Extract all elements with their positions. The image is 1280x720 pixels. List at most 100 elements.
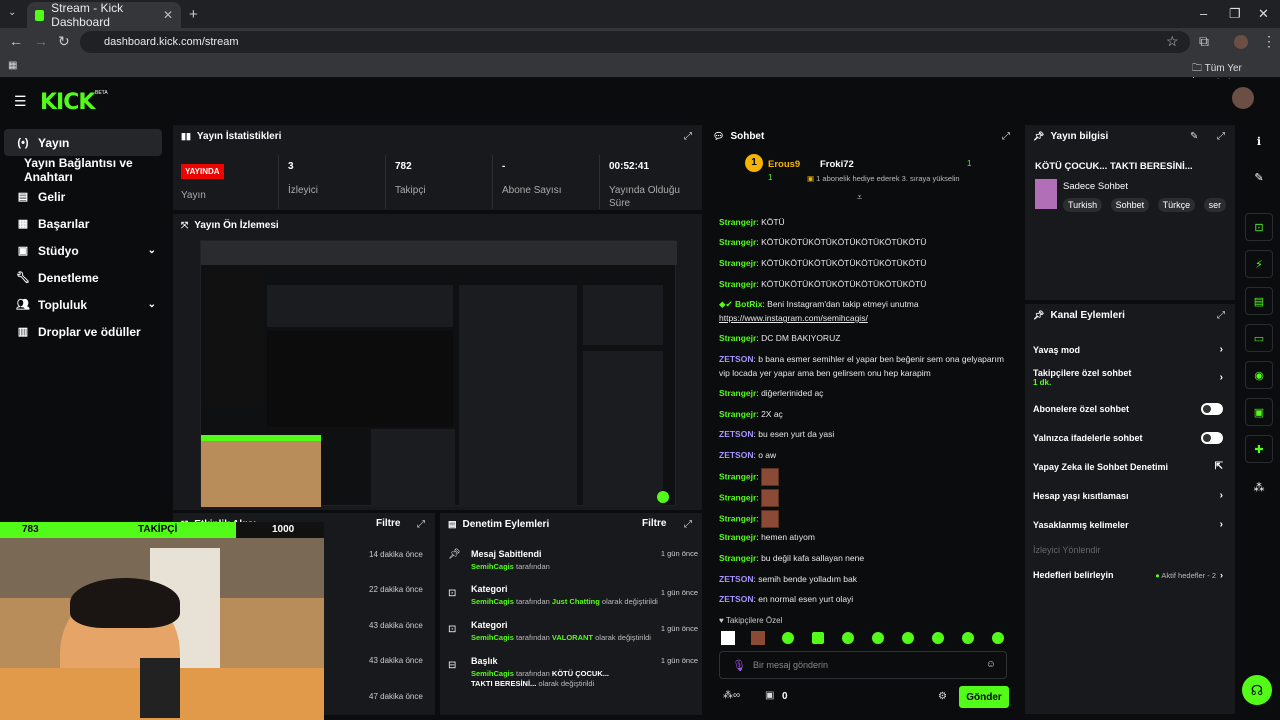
minimize-icon[interactable]: – xyxy=(1200,6,1207,21)
info-icon[interactable]: ℹ xyxy=(1245,127,1273,155)
profile-icon[interactable] xyxy=(1234,35,1248,49)
chat-input[interactable]: 🎙︎ Bir mesaj gönderin ☺ xyxy=(719,651,1007,679)
maximize-icon[interactable]: ❐ xyxy=(1229,6,1241,22)
emote[interactable] xyxy=(751,631,765,645)
chat-username[interactable]: BotRix xyxy=(735,299,762,309)
chat-username[interactable]: Strangejr xyxy=(719,409,756,419)
close-window-icon[interactable]: ✕ xyxy=(1258,6,1269,22)
sidebar-item-stream[interactable]: (•) Yayın xyxy=(4,129,162,156)
emote[interactable] xyxy=(721,631,735,645)
emote[interactable] xyxy=(782,632,794,644)
chat-username[interactable]: Strangejr xyxy=(719,333,756,343)
stream-category[interactable]: Sadece Sohbet xyxy=(1063,181,1128,192)
sidebar-item-studio[interactable]: ▣ Stüdyo ⌄ xyxy=(4,237,162,264)
filter-button[interactable]: Filtre xyxy=(642,518,666,529)
chat-username[interactable]: Strangejr xyxy=(719,258,756,268)
tag[interactable]: Sohbet xyxy=(1110,198,1150,212)
tag[interactable]: ser xyxy=(1203,198,1227,212)
sidebar-item-stream-key[interactable]: Yayın Bağlantısı ve Anahtarı xyxy=(4,156,162,184)
url-field[interactable]: dashboard.kick.com/stream xyxy=(80,31,1190,53)
expand-icon[interactable]: ⤢ xyxy=(417,519,425,530)
emote[interactable] xyxy=(902,632,914,644)
mod-user[interactable]: SemihCagis xyxy=(471,633,514,642)
sidebar-item-revenue[interactable]: ▤ Gelir xyxy=(4,183,162,210)
filter-button[interactable]: Filtre xyxy=(376,518,400,529)
subs-chat-toggle[interactable] xyxy=(1201,403,1223,415)
close-tab-icon[interactable]: ✕ xyxy=(163,8,173,22)
tab-search-icon[interactable]: ⌄ xyxy=(8,7,16,18)
community-icon[interactable]: ⁂ xyxy=(1245,473,1273,501)
reload-icon[interactable]: ↻ xyxy=(58,33,70,50)
emote[interactable] xyxy=(761,468,780,486)
chat-username[interactable]: Strangejr xyxy=(719,513,756,523)
edit-pencil-icon[interactable]: ✎ xyxy=(1190,131,1198,142)
followers-chat-row[interactable]: Takipçilere özel sohbet 1 dk. › xyxy=(1033,368,1223,387)
sidebar-item-community[interactable]: 👥︎ Topluluk ⌄ xyxy=(4,291,162,318)
chat-username[interactable]: Strangejr xyxy=(719,237,756,247)
emote[interactable] xyxy=(812,632,824,644)
slow-mode-row[interactable]: Yavaş mod › xyxy=(1033,344,1223,355)
expand-icon[interactable]: ⤢ xyxy=(684,131,692,142)
chat-username[interactable]: Strangejr xyxy=(719,492,756,502)
mod-user[interactable]: SemihCagis xyxy=(471,597,514,606)
emote[interactable] xyxy=(992,632,1004,644)
menu-dots-icon[interactable]: ⋮ xyxy=(1262,33,1276,50)
avatar[interactable] xyxy=(1232,87,1254,109)
stream-preview-video[interactable] xyxy=(200,240,677,507)
mod-user[interactable]: SemihCagis xyxy=(471,562,514,571)
expand-icon[interactable]: ⤢ xyxy=(684,519,692,530)
category-thumbnail[interactable] xyxy=(1035,179,1057,209)
sidebar-item-drops[interactable]: ▥ Droplar ve ödüller xyxy=(4,318,162,345)
tag[interactable]: Türkçe xyxy=(1157,198,1196,212)
chat-username[interactable]: ZETSON xyxy=(719,429,753,439)
hamburger-menu-icon[interactable]: ☰ xyxy=(14,93,27,110)
sidebar-item-moderation[interactable]: 🔧︎ Denetleme xyxy=(4,264,162,291)
clip-icon[interactable]: ⊡ xyxy=(1245,213,1273,241)
send-button[interactable]: Gönder xyxy=(959,686,1009,708)
sidebar-item-achievements[interactable]: ▦ Başarılar xyxy=(4,210,162,237)
emote[interactable] xyxy=(932,632,944,644)
bookmark-star-icon[interactable]: ☆ xyxy=(1166,33,1179,50)
points-icon[interactable]: ⁂∞ xyxy=(723,690,740,701)
store-icon[interactable]: ▣ xyxy=(1245,398,1273,426)
expand-icon[interactable]: ⤢ xyxy=(1217,131,1225,142)
mod-user[interactable]: SemihCagis xyxy=(471,669,514,678)
goals-row[interactable]: Hedefleri belirleyin ● Aktif hedefler - 2… xyxy=(1033,570,1223,580)
lightning-icon[interactable]: ⚡︎ xyxy=(1245,250,1273,278)
chat-username[interactable]: Strangejr xyxy=(719,471,756,481)
extensions-icon[interactable]: ⧉ xyxy=(1199,33,1209,50)
gifter-name[interactable]: Erous9 xyxy=(768,159,800,170)
chat-username[interactable]: ZETSON xyxy=(719,594,753,604)
edit-pencil-icon[interactable]: ✎ xyxy=(1245,163,1273,191)
expand-icon[interactable]: ⤢ xyxy=(1002,131,1010,142)
banned-words-row[interactable]: Yasaklanmış kelimeler › xyxy=(1033,519,1223,530)
kick-logo[interactable]: KICK xyxy=(40,90,95,115)
chat-username[interactable]: ZETSON xyxy=(719,574,753,584)
back-icon[interactable]: ← xyxy=(9,33,23,49)
chat-username[interactable]: ZETSON xyxy=(719,354,753,364)
chat-username[interactable]: ZETSON xyxy=(719,450,753,460)
chat-link[interactable]: https://www.instagram.com/semihcagis/ xyxy=(719,313,868,323)
ai-moderation-row[interactable]: Yapay Zeka ile Sohbet Denetimi ⇱ xyxy=(1033,461,1223,472)
apps-grid-icon[interactable]: ▦ xyxy=(8,60,17,71)
emote-chat-toggle[interactable] xyxy=(1201,432,1223,444)
age-limit-row[interactable]: Hesap yaşı kısıtlaması › xyxy=(1033,490,1223,501)
chat-bubble-icon[interactable]: ▭ xyxy=(1245,324,1273,352)
new-tab-icon[interactable]: + xyxy=(189,6,198,23)
wrench-icon[interactable]: ✚ xyxy=(1245,435,1273,463)
chat-username[interactable]: Strangejr xyxy=(719,532,756,542)
help-headset-icon[interactable]: ☊ xyxy=(1242,675,1272,705)
tag[interactable]: Turkish xyxy=(1063,198,1103,212)
emote[interactable] xyxy=(872,632,884,644)
emote[interactable] xyxy=(761,510,780,528)
store-icon[interactable]: ▣ xyxy=(765,690,774,701)
emoji-icon[interactable]: ☺ xyxy=(986,659,996,670)
broadcast-icon[interactable]: ◉ xyxy=(1245,361,1273,389)
chat-username[interactable]: Strangejr xyxy=(719,279,756,289)
chat-username[interactable]: Strangejr xyxy=(719,553,756,563)
chat-username[interactable]: Strangejr xyxy=(719,217,756,227)
document-icon[interactable]: ▤ xyxy=(1245,287,1273,315)
expand-icon[interactable]: ⤢ xyxy=(1217,310,1225,321)
forward-icon[interactable]: → xyxy=(34,33,48,49)
collapse-icon[interactable]: ⩡ xyxy=(857,192,862,203)
